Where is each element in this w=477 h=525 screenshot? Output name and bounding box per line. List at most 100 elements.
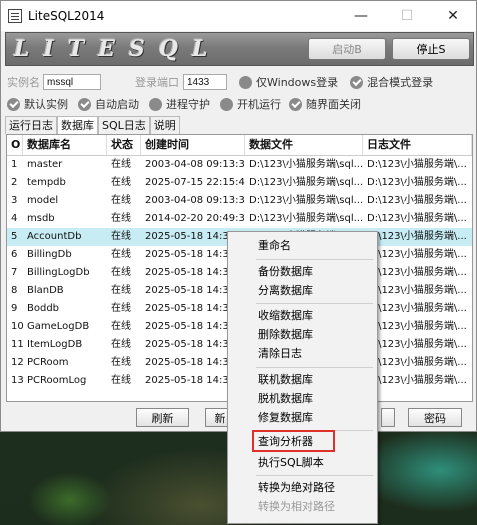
default-instance-option[interactable]: 默认实例 — [7, 96, 68, 112]
tab-help[interactable]: 说明 — [149, 116, 180, 134]
close-button[interactable]: ✕ — [430, 1, 476, 31]
menu-item-to-relative[interactable]: 转换为相对路径 — [258, 498, 335, 516]
row-name: PCRoomLog — [27, 375, 87, 386]
table-row[interactable]: 3 model 在线 2003-04-08 09:13:36 D:\123\小猫服务端\… — [7, 192, 472, 210]
start-button[interactable]: 启动B — [308, 38, 386, 60]
row-name: tempdb — [27, 177, 66, 188]
settings-row-1: 实例名 登录端口 仅Windows登录 混合模式登录 — [7, 72, 433, 92]
context-menu: 重命名 备份数据库 分离数据库 收缩数据库 删除数据库 清除日志 联机数据库 脱… — [227, 231, 378, 524]
col-header-log-file[interactable]: 日志文件 — [363, 135, 472, 155]
minimize-button[interactable]: — — [338, 1, 384, 31]
menu-separator — [256, 303, 373, 304]
tab-databases[interactable]: 数据库 — [57, 116, 98, 135]
row-index: 12 — [11, 357, 23, 368]
row-status: 在线 — [111, 231, 131, 242]
row-index: 9 — [11, 303, 18, 314]
title-bar: LiteSQL2014 — ☐ ✕ — [1, 1, 476, 31]
row-log-file: D:\123\小猫服务端\... — [367, 285, 467, 296]
menu-item-rename[interactable]: 重命名 — [258, 237, 291, 255]
row-index: 3 — [11, 195, 18, 206]
row-created: 2003-04-08 09:13:36 — [145, 195, 245, 206]
row-log-file: D:\123\小猫服务端\... — [367, 231, 467, 242]
hidden-button[interactable] — [381, 408, 395, 427]
row-log-file: D:\123\小猫服务端\... — [367, 195, 467, 206]
radio-icon — [220, 97, 233, 111]
window-title: LiteSQL2014 — [28, 9, 105, 23]
row-status: 在线 — [111, 195, 131, 206]
process-guard-option[interactable]: 进程守护 — [149, 96, 210, 112]
row-data-file: D:\123\小猫服务端\sql... — [249, 195, 363, 206]
row-name: Boddb — [27, 303, 60, 314]
row-name: BillingLogDb — [27, 267, 90, 278]
menu-item-run-script[interactable]: 执行SQL脚本 — [258, 454, 324, 472]
table-row[interactable]: 2 tempdb 在线 2025-07-15 22:15:40 D:\123\小猫服务端… — [7, 174, 472, 192]
col-header-created[interactable]: 创建时间 — [141, 135, 245, 155]
col-header-index[interactable]: O — [7, 135, 23, 155]
close-with-ui-option[interactable]: 随界面关闭 — [289, 96, 361, 112]
menu-separator — [256, 367, 373, 368]
row-status: 在线 — [111, 267, 131, 278]
row-index: 1 — [11, 159, 18, 170]
check-circle-icon — [350, 75, 364, 89]
password-button[interactable]: 密码 — [408, 408, 462, 427]
menu-item-to-absolute[interactable]: 转换为绝对路径 — [258, 479, 335, 497]
menu-item-split[interactable]: 分离数据库 — [258, 282, 313, 300]
row-data-file: D:\123\小猫服务端\sql... — [249, 177, 363, 188]
row-index: 8 — [11, 285, 18, 296]
auto-start-label: 自动启动 — [95, 98, 139, 111]
app-logo: LITESQL — [14, 36, 222, 62]
windows-login-option[interactable]: 仅Windows登录 — [239, 74, 338, 90]
row-index: 7 — [11, 267, 18, 278]
row-index: 6 — [11, 249, 18, 260]
auto-start-option[interactable]: 自动启动 — [78, 96, 139, 112]
row-created: 2003-04-08 09:13:36 — [145, 159, 245, 170]
row-index: 11 — [11, 339, 23, 350]
check-circle-icon — [289, 97, 302, 111]
row-index: 2 — [11, 177, 18, 188]
row-status: 在线 — [111, 321, 131, 332]
menu-item-clear-log[interactable]: 清除日志 — [258, 345, 302, 363]
process-guard-label: 进程守护 — [166, 98, 210, 111]
close-with-ui-label: 随界面关闭 — [306, 98, 361, 111]
app-icon — [8, 9, 22, 23]
highlight-box — [252, 430, 335, 452]
row-log-file: D:\123\小猫服务端\... — [367, 339, 467, 350]
maximize-button[interactable]: ☐ — [384, 1, 430, 31]
table-row[interactable]: 4 msdb 在线 2014-02-20 20:49:38 D:\123\小猫服务端\s… — [7, 210, 472, 228]
tab-run-log[interactable]: 运行日志 — [5, 116, 57, 134]
row-log-file: D:\123\小猫服务端\... — [367, 177, 467, 188]
window-controls: — ☐ ✕ — [338, 1, 476, 31]
menu-item-detach[interactable]: 脱机数据库 — [258, 390, 313, 408]
refresh-button[interactable]: 刷新 — [136, 408, 189, 427]
row-name: GameLogDB — [27, 321, 90, 332]
col-header-name[interactable]: 数据库名 — [23, 135, 107, 155]
stop-button[interactable]: 停止S — [392, 38, 470, 60]
menu-item-delete[interactable]: 删除数据库 — [258, 326, 313, 344]
table-row[interactable]: 1 master 在线 2003-04-08 09:13:36 D:\123\小猫服务端… — [7, 156, 472, 174]
menu-item-backup[interactable]: 备份数据库 — [258, 263, 313, 281]
row-name: model — [27, 195, 59, 206]
mixed-login-label: 混合模式登录 — [367, 76, 434, 89]
tab-sql-log[interactable]: SQL日志 — [98, 116, 150, 134]
row-name: PCRoom — [27, 357, 69, 368]
port-input[interactable] — [183, 74, 227, 90]
row-status: 在线 — [111, 213, 131, 224]
mixed-login-option[interactable]: 混合模式登录 — [350, 74, 433, 90]
menu-item-repair[interactable]: 修复数据库 — [258, 409, 313, 427]
row-log-file: D:\123\小猫服务端\... — [367, 267, 467, 278]
menu-item-shrink[interactable]: 收缩数据库 — [258, 307, 313, 325]
col-header-status[interactable]: 状态 — [107, 135, 141, 155]
row-index: 5 — [11, 231, 18, 242]
row-name: ItemLogDB — [27, 339, 83, 350]
col-header-data-file[interactable]: 数据文件 — [245, 135, 363, 155]
row-index: 13 — [11, 375, 23, 386]
row-log-file: D:\123\小猫服务端\... — [367, 321, 467, 332]
row-name: master — [27, 159, 63, 170]
radio-icon — [239, 75, 252, 89]
menu-item-attach[interactable]: 联机数据库 — [258, 371, 313, 389]
row-created: 2014-02-20 20:49:38 — [145, 213, 245, 224]
row-log-file: D:\123\小猫服务端\... — [367, 249, 467, 260]
boot-run-option[interactable]: 开机运行 — [220, 96, 281, 112]
instance-input[interactable] — [43, 74, 101, 90]
row-log-file: D:\123\小猫服务端\... — [367, 375, 467, 386]
